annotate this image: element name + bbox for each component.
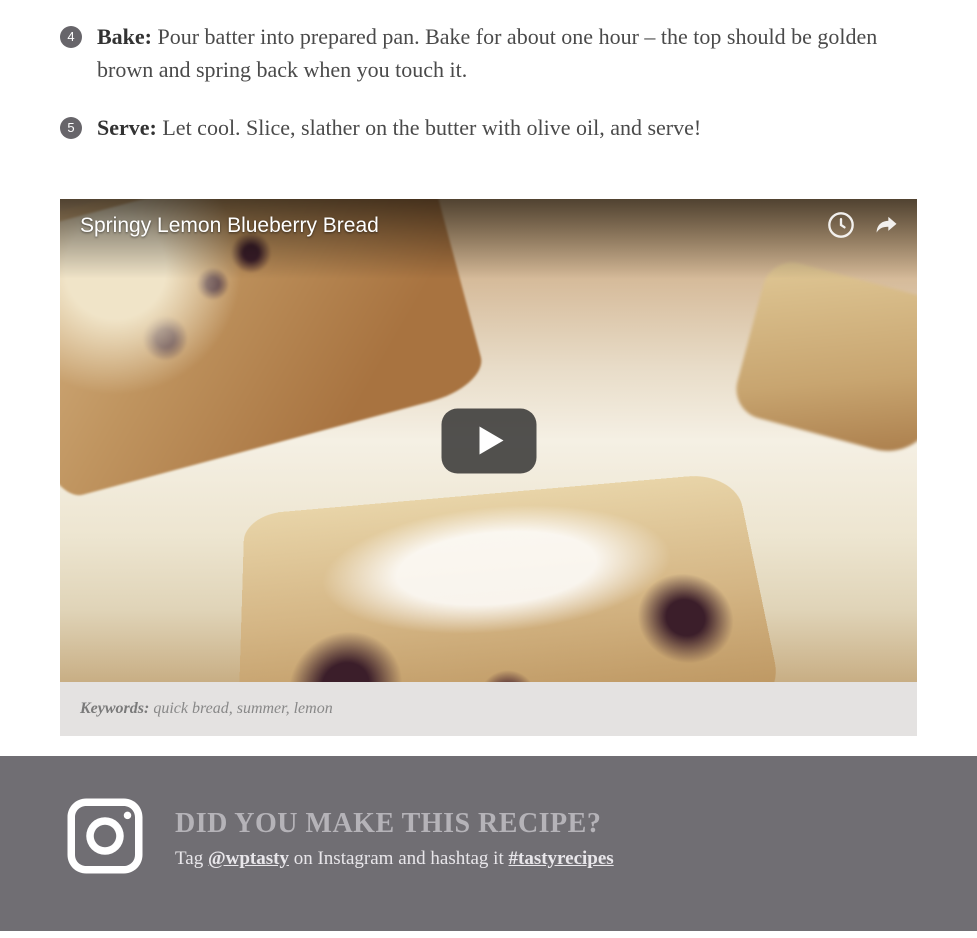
cta-tag-mid: on Instagram and hashtag it bbox=[289, 848, 509, 869]
keywords-value: quick bread, summer, lemon bbox=[153, 700, 332, 717]
cta-subtext: Tag @wptasty on Instagram and hashtag it… bbox=[175, 848, 614, 870]
step-label: Serve: bbox=[97, 115, 157, 140]
recipe-steps: 4 Bake: Pour batter into prepared pan. B… bbox=[60, 0, 917, 199]
cta-footer: DID YOU MAKE THIS RECIPE? Tag @wptasty o… bbox=[0, 756, 977, 931]
instagram-icon bbox=[60, 791, 150, 886]
step-text: Let cool. Slice, slather on the butter w… bbox=[162, 115, 701, 140]
cta-tag-prefix: Tag bbox=[175, 848, 208, 869]
step-label: Bake: bbox=[97, 24, 152, 49]
step-content: Bake: Pour batter into prepared pan. Bak… bbox=[97, 20, 917, 86]
step-number-badge: 4 bbox=[60, 26, 82, 48]
video-embed[interactable]: Springy Lemon Blueberry Bread bbox=[60, 199, 917, 682]
video-title[interactable]: Springy Lemon Blueberry Bread bbox=[80, 214, 379, 238]
step-item: 5 Serve: Let cool. Slice, slather on the… bbox=[60, 111, 917, 144]
watch-later-icon[interactable] bbox=[827, 211, 855, 244]
play-button[interactable] bbox=[441, 408, 536, 473]
step-number-badge: 5 bbox=[60, 117, 82, 139]
share-icon[interactable] bbox=[870, 211, 902, 244]
video-gradient-overlay bbox=[60, 199, 917, 279]
step-content: Serve: Let cool. Slice, slather on the b… bbox=[97, 111, 701, 144]
step-item: 4 Bake: Pour batter into prepared pan. B… bbox=[60, 20, 917, 86]
instagram-handle-link[interactable]: @wptasty bbox=[208, 848, 289, 869]
keywords-label: Keywords: bbox=[80, 700, 149, 717]
step-text: Pour batter into prepared pan. Bake for … bbox=[97, 24, 877, 82]
video-controls bbox=[827, 211, 902, 244]
cta-text-block: DID YOU MAKE THIS RECIPE? Tag @wptasty o… bbox=[175, 808, 614, 870]
keywords-bar: Keywords: quick bread, summer, lemon bbox=[60, 682, 917, 736]
hashtag-link[interactable]: #tastyrecipes bbox=[509, 848, 614, 869]
cta-heading: DID YOU MAKE THIS RECIPE? bbox=[175, 808, 614, 840]
